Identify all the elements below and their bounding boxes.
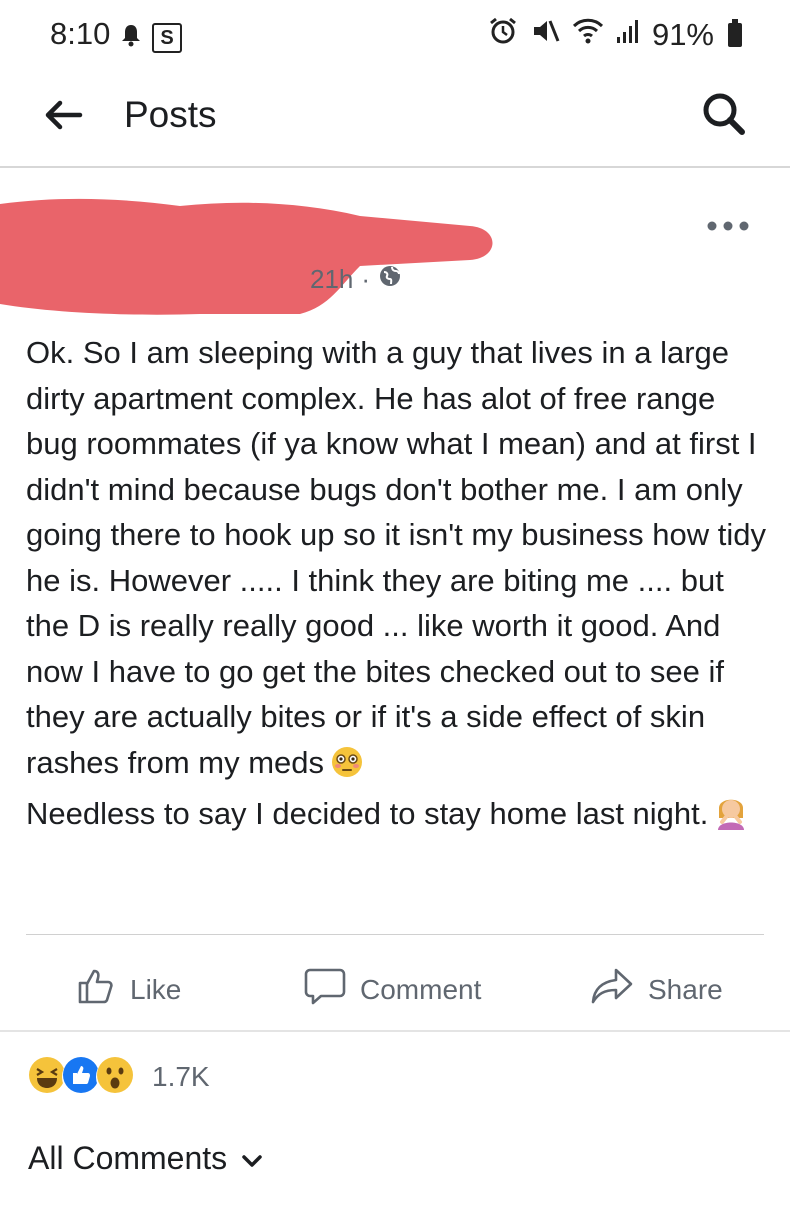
app-bar: Posts — [0, 70, 790, 168]
reaction-summary[interactable]: 1.7K — [28, 1056, 210, 1098]
comment-label: Comment — [360, 973, 482, 1005]
comments-sort-label: All Comments — [28, 1140, 228, 1176]
page-title: Posts — [124, 94, 217, 135]
reaction-count: 1.7K — [152, 1061, 210, 1092]
like-button[interactable]: Like — [76, 966, 181, 1013]
post-age: 21h — [310, 264, 354, 294]
status-time: 8:10 — [50, 16, 111, 51]
comment-bubble-icon — [304, 966, 346, 1013]
share-label: Share — [648, 973, 723, 1005]
globe-icon — [378, 264, 402, 295]
back-arrow-icon[interactable] — [40, 92, 86, 138]
more-options-icon[interactable] — [704, 216, 752, 236]
mute-icon — [530, 16, 560, 54]
divider — [0, 1030, 790, 1032]
chevron-down-icon — [241, 1140, 263, 1177]
battery-icon — [728, 19, 742, 47]
post-header: 21h · — [0, 166, 790, 316]
comments-sort-dropdown[interactable]: All Comments — [28, 1140, 263, 1177]
notification-icon — [118, 20, 144, 56]
post-text-closing: Needless to say I decided to stay home l… — [26, 796, 709, 831]
post-meta: 21h · — [310, 264, 402, 295]
wow-emoji-icon — [96, 1056, 138, 1098]
facepalm-person-emoji-icon — [714, 792, 748, 843]
thumbs-up-icon — [76, 966, 116, 1013]
post-body: Ok. So I am sleeping with a guy that liv… — [26, 330, 766, 843]
share-arrow-icon — [590, 966, 634, 1013]
alarm-icon — [488, 16, 518, 54]
s-app-icon: S — [152, 23, 182, 53]
share-button[interactable]: Share — [590, 966, 723, 1013]
redacted-author — [0, 198, 493, 315]
post-text: Ok. So I am sleeping with a guy that liv… — [26, 335, 766, 780]
wifi-icon — [572, 17, 604, 53]
post-actions: Like Comment Share — [0, 952, 790, 1022]
battery-percent: 91% — [651, 17, 714, 52]
status-bar: 8:10 S 91% — [0, 0, 790, 70]
meta-separator: · — [361, 264, 371, 294]
flushed-emoji-icon — [330, 745, 364, 792]
signal-icon — [616, 17, 640, 53]
divider — [26, 934, 764, 935]
like-label: Like — [130, 973, 182, 1005]
comment-button[interactable]: Comment — [304, 966, 481, 1013]
search-icon[interactable] — [696, 86, 752, 142]
